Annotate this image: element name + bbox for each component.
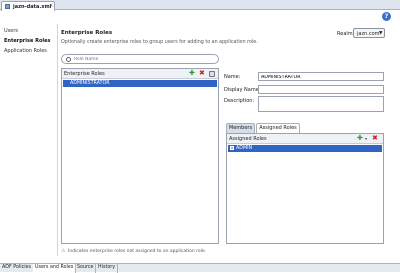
divider — [57, 24, 58, 256]
sidebar-item-enterprise-roles[interactable]: Enterprise Roles — [4, 36, 56, 46]
bottom-tab-bar: ADF Policies Users and Roles Source Hist… — [0, 263, 400, 273]
chevron-down-icon[interactable]: ▾ — [365, 136, 367, 141]
delete-icon[interactable]: ✖ — [199, 70, 205, 77]
delete-icon[interactable]: ✖ — [372, 135, 378, 142]
enterprise-roles-header-label: Enterprise Roles — [64, 71, 105, 77]
manage-users-icon[interactable] — [209, 71, 215, 77]
xml-file-icon — [5, 4, 10, 9]
file-tab-label: jazn-data.xml — [13, 4, 52, 10]
enterprise-roles-panel: Enterprise Roles ✚ ✖ ADMINISTRATOR — [61, 68, 219, 244]
app-window: jazn-data.xml ✕ ? Users Enterprise Roles… — [0, 0, 400, 273]
add-icon[interactable]: ✚ — [357, 135, 363, 142]
footnote: Indicates enterprise roles not assigned … — [68, 249, 207, 254]
page-subtitle: Optionally create enterprise roles to gr… — [61, 40, 258, 45]
role-search-box — [61, 54, 219, 64]
name-label: Name: — [224, 74, 241, 80]
assigned-roles-header: Assigned Roles ✚ ▾ ✖ — [227, 134, 383, 144]
assigned-roles-panel: Assigned Roles ✚ ▾ ✖ ADMIN — [226, 133, 384, 244]
table-row[interactable]: ADMIN — [228, 145, 382, 152]
assigned-role-name: ADMIN — [236, 146, 253, 151]
help-icon[interactable]: ? — [382, 12, 391, 21]
table-row[interactable]: ADMINISTRATOR — [63, 80, 217, 87]
description-label: Description: — [224, 98, 255, 104]
editor-tab-bar: jazn-data.xml ✕ — [0, 0, 400, 11]
chevron-down-icon: ▼ — [379, 30, 383, 36]
enterprise-roles-header: Enterprise Roles ✚ ✖ — [62, 69, 218, 79]
warning-icon: ⚠ — [61, 248, 66, 254]
close-tab-icon[interactable]: ✕ — [49, 3, 53, 9]
tab-assigned-roles[interactable]: Assigned Roles — [256, 123, 300, 133]
role-name: ADMINISTRATOR — [70, 81, 110, 86]
description-field[interactable] — [258, 96, 384, 112]
assigned-roles-header-label: Assigned Roles — [229, 136, 267, 142]
display-name-input[interactable] — [261, 87, 373, 93]
search-icon — [66, 57, 71, 62]
tab-members[interactable]: Members — [226, 123, 255, 133]
name-field[interactable] — [258, 72, 384, 81]
sidebar-item-application-roles[interactable]: Application Roles — [4, 46, 56, 56]
display-name-label: Display Name: — [224, 87, 261, 93]
realm-value: jazn.com — [357, 30, 380, 37]
sidebar-item-users[interactable]: Users — [4, 26, 56, 36]
realm-label: Realm: — [337, 31, 355, 37]
sidebar-nav: Users Enterprise Roles Application Roles — [4, 26, 56, 56]
realm-select[interactable]: jazn.com ▼ — [353, 28, 385, 38]
name-input[interactable] — [261, 74, 373, 80]
page-title: Enterprise Roles — [61, 30, 113, 36]
role-search-input[interactable] — [74, 56, 214, 63]
role-icon — [230, 146, 234, 150]
file-tab[interactable]: jazn-data.xml ✕ — [1, 1, 55, 11]
add-icon[interactable]: ✚ — [189, 70, 195, 77]
display-name-field[interactable] — [258, 85, 384, 94]
